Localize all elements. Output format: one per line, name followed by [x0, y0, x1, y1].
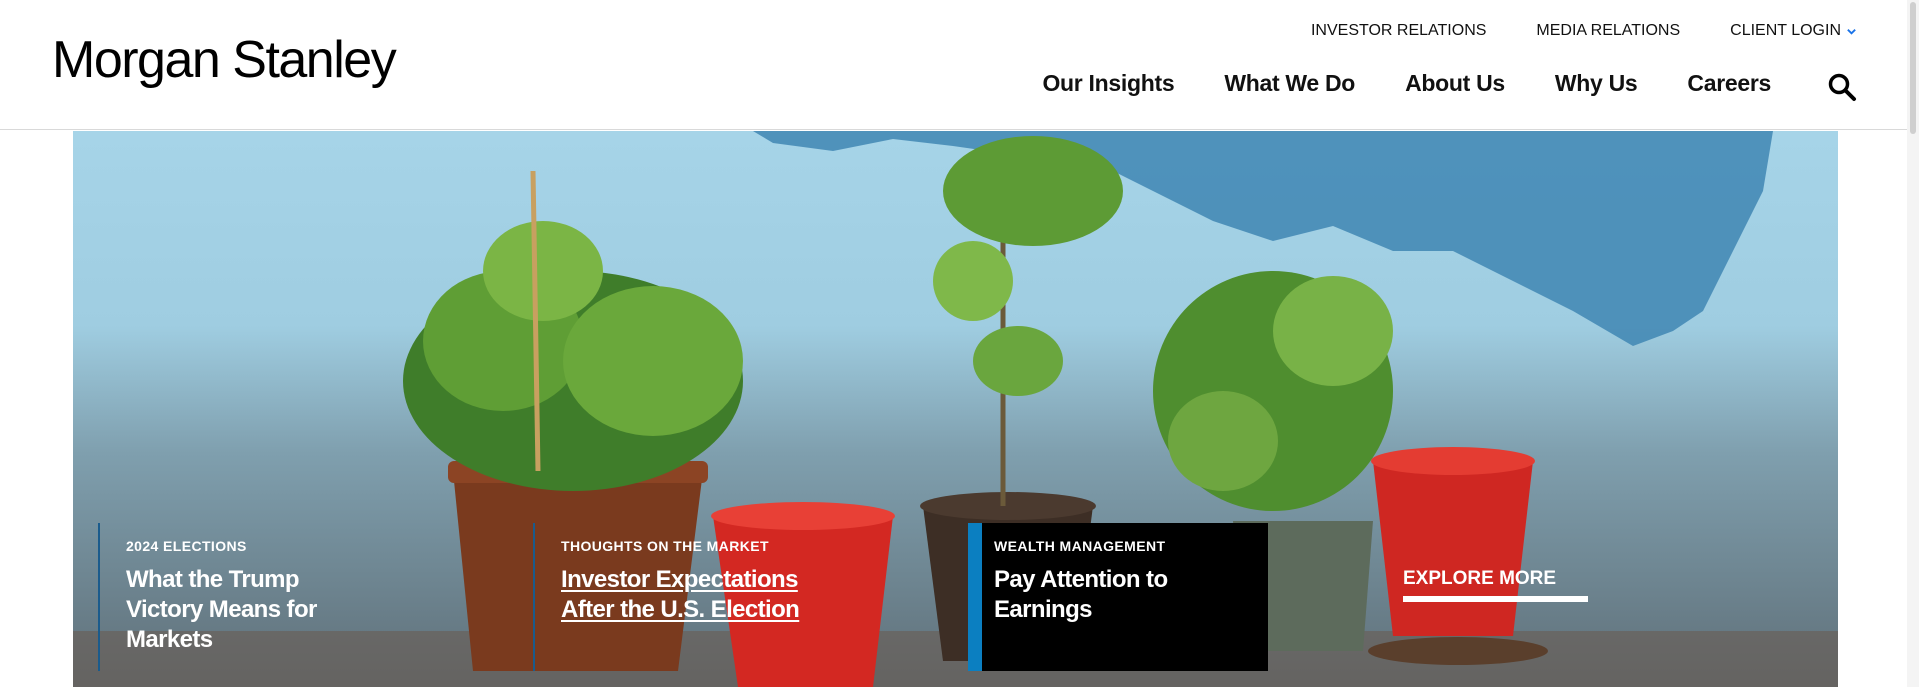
client-login-label: CLIENT LOGIN	[1730, 22, 1841, 39]
hero-banner: 2024 ELECTIONS What the Trump Victory Me…	[73, 131, 1838, 687]
hero-card-market[interactable]: THOUGHTS ON THE MARKET Investor Expectat…	[533, 523, 913, 671]
chevron-down-icon	[1847, 28, 1856, 35]
hero-card-elections[interactable]: 2024 ELECTIONS What the Trump Victory Me…	[98, 523, 458, 671]
search-icon[interactable]	[1827, 72, 1857, 102]
nav-what-we-do[interactable]: What We Do	[1224, 70, 1355, 97]
card-title[interactable]: What the Trump Victory Means for Markets	[126, 565, 336, 655]
scrollbar[interactable]	[1907, 0, 1919, 687]
nav-why-us[interactable]: Why Us	[1555, 70, 1638, 97]
investor-relations-link[interactable]: INVESTOR RELATIONS	[1311, 22, 1486, 40]
media-relations-link[interactable]: MEDIA RELATIONS	[1536, 22, 1680, 40]
card-title[interactable]: Pay Attention to Earnings	[994, 565, 1194, 625]
nav-careers[interactable]: Careers	[1687, 70, 1771, 97]
nav-our-insights[interactable]: Our Insights	[1042, 70, 1174, 97]
scrollbar-thumb[interactable]	[1910, 2, 1916, 134]
nav-about-us[interactable]: About Us	[1405, 70, 1505, 97]
client-login-button[interactable]: CLIENT LOGIN	[1730, 22, 1857, 40]
utility-nav: INVESTOR RELATIONS MEDIA RELATIONS CLIEN…	[1311, 22, 1857, 40]
site-header: Morgan Stanley INVESTOR RELATIONS MEDIA …	[0, 0, 1919, 130]
page: Morgan Stanley INVESTOR RELATIONS MEDIA …	[0, 0, 1919, 687]
card-kicker: THOUGHTS ON THE MARKET	[561, 538, 769, 554]
hero-card-wealth[interactable]: WEALTH MANAGEMENT Pay Attention to Earni…	[968, 523, 1268, 671]
logo[interactable]: Morgan Stanley	[52, 30, 397, 90]
explore-more-link[interactable]: EXPLORE MORE	[1403, 568, 1589, 602]
card-kicker: WEALTH MANAGEMENT	[994, 538, 1166, 554]
card-kicker: 2024 ELECTIONS	[126, 538, 247, 554]
main-nav: Our Insights What We Do About Us Why Us …	[1042, 70, 1771, 97]
card-title[interactable]: Investor Expectations After the U.S. Ele…	[561, 565, 821, 625]
